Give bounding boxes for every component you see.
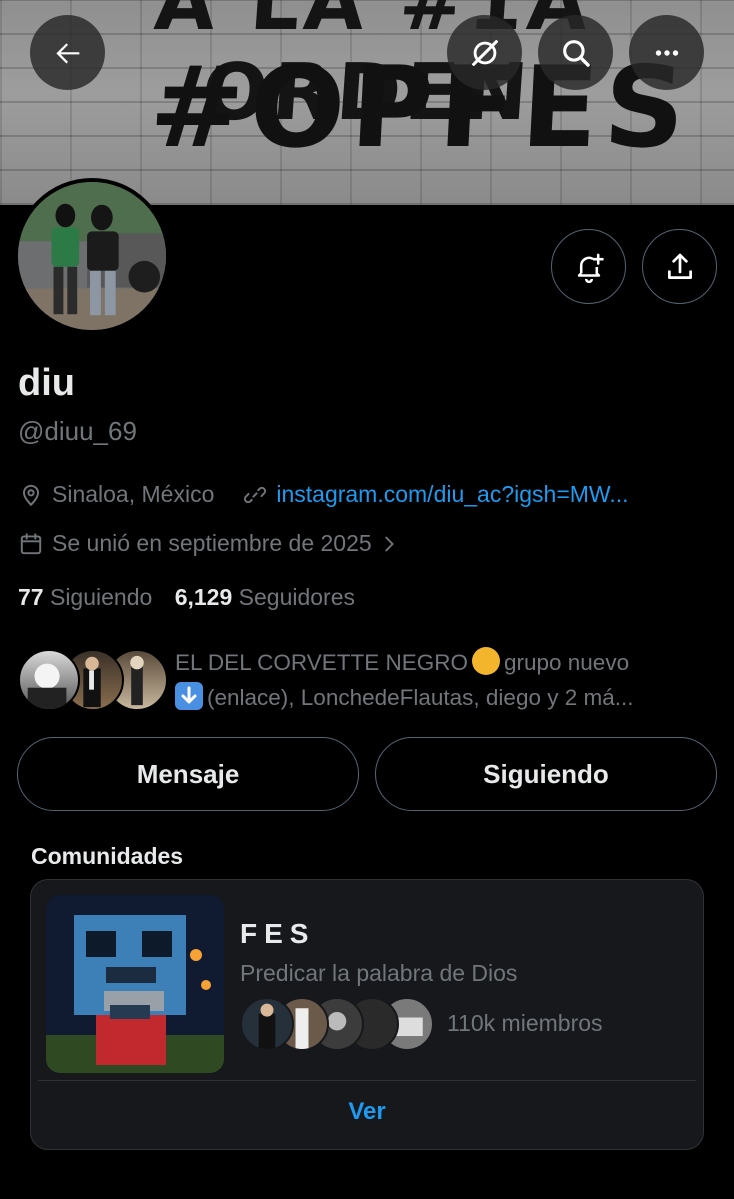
community-description: Predicar la palabra de Dios	[240, 960, 518, 986]
message-button[interactable]: Mensaje	[17, 737, 359, 811]
community-member-count: 110k miembros	[447, 1010, 603, 1036]
share-button[interactable]	[642, 229, 717, 304]
link-icon	[244, 486, 267, 503]
down-arrow-emoji-icon	[175, 682, 203, 710]
location-text: Sinaloa, México	[52, 481, 215, 507]
community-name: FES	[240, 918, 316, 949]
following-count: 77	[18, 584, 44, 610]
arrow-left-icon	[55, 42, 79, 63]
joined-row[interactable]: Se unió en septiembre de 2025	[18, 530, 408, 557]
following-button[interactable]: Siguiendo	[375, 737, 717, 811]
profile-meta-row: Sinaloa, México instagram.com/diu_ac?igs…	[18, 481, 629, 508]
community-card[interactable]: FES Predicar la palabra de Dios 110k mie…	[30, 879, 704, 1150]
back-button[interactable]	[30, 15, 105, 90]
search-icon	[562, 39, 590, 67]
followers-stat[interactable]: 6,129 Seguidores	[175, 584, 355, 610]
profile-banner[interactable]: A LA #1A ORDEN #OPFES	[0, 0, 734, 205]
followers-label: Seguidores	[238, 584, 355, 610]
following-stat[interactable]: 77 Siguiendo	[18, 584, 152, 610]
mutual-followers-text: EL DEL CORVETTE NEGRO grupo nuevo (enlace…	[175, 645, 695, 715]
chevron-right-icon	[385, 536, 394, 551]
mutual-avatar	[18, 649, 80, 711]
mutual-line2: (enlace), LonchedeFlautas, diego y 2 má.…	[207, 685, 634, 710]
pointing-hand-emoji-icon	[471, 647, 500, 675]
following-label: Siguiendo	[49, 584, 153, 610]
bell-plus-icon	[577, 253, 604, 283]
grok-icon	[471, 39, 498, 66]
profile-avatar[interactable]	[14, 178, 170, 334]
community-members: 110k miembros	[240, 997, 680, 1053]
more-horizontal-icon	[655, 49, 678, 56]
avatar-photo	[18, 182, 166, 330]
display-name: diu	[18, 362, 75, 404]
search-button[interactable]	[538, 15, 613, 90]
notifications-button[interactable]	[551, 229, 626, 304]
user-handle: @diuu_69	[18, 416, 137, 446]
calendar-icon	[20, 532, 42, 554]
joined-text: Se unió en septiembre de 2025	[52, 530, 372, 556]
community-image	[46, 895, 224, 1073]
more-button[interactable]	[629, 15, 704, 90]
communities-title: Comunidades	[31, 843, 184, 869]
follow-stats: 77 Siguiendo 6,129 Seguidores	[18, 584, 355, 611]
share-upload-icon	[667, 253, 692, 279]
view-community-button[interactable]: Ver	[31, 1098, 703, 1126]
mutual-line1-b: grupo nuevo	[503, 650, 630, 675]
mutual-line1-a: EL DEL CORVETTE NEGRO	[175, 650, 468, 675]
member-avatar	[240, 997, 294, 1051]
divider	[38, 1080, 696, 1081]
grok-button[interactable]	[447, 15, 522, 90]
mutual-followers[interactable]: EL DEL CORVETTE NEGRO grupo nuevo (enlace…	[18, 645, 718, 715]
followers-count: 6,129	[174, 584, 233, 610]
website-link[interactable]: instagram.com/diu_ac?igsh=MW...	[276, 481, 628, 508]
location-pin-icon	[22, 484, 40, 506]
